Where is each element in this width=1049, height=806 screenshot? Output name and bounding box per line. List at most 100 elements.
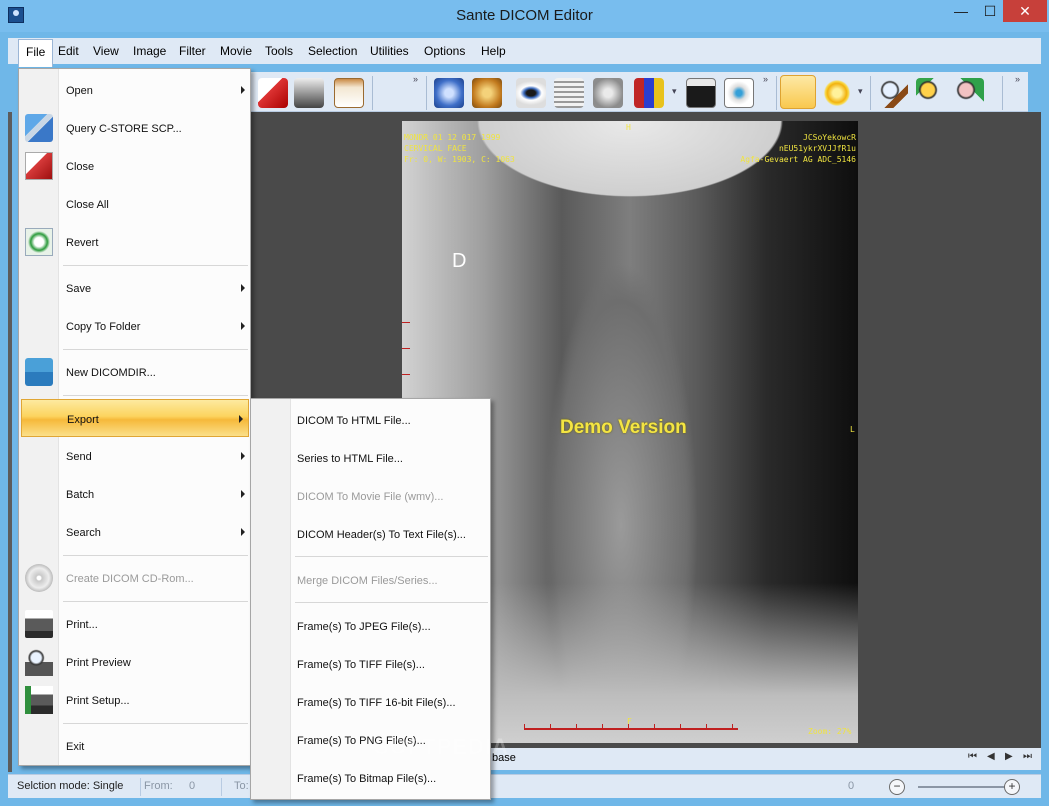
- overflow-chevron-icon-2[interactable]: »: [763, 74, 773, 84]
- menu-item-print[interactable]: Print...: [19, 605, 250, 643]
- menu-item-close-all[interactable]: Close All: [19, 185, 250, 223]
- cd-icon: [25, 564, 53, 592]
- submenu-arrow-icon: [241, 452, 245, 460]
- overflow-chevron-icon-3[interactable]: »: [1015, 74, 1025, 84]
- from-label: From:: [144, 780, 173, 792]
- menu-item-open[interactable]: Open: [19, 71, 250, 109]
- menu-item-batch[interactable]: Batch: [19, 475, 250, 513]
- export-merge-dicom: Merge DICOM Files/Series...: [297, 575, 438, 587]
- export-headers-to-text[interactable]: DICOM Header(s) To Text File(s)...: [251, 515, 490, 553]
- zoom-fit-icon[interactable]: [916, 78, 946, 108]
- zoom-readout: Zoom: 27%: [808, 727, 852, 736]
- menu-item-new-dicomdir[interactable]: New DICOMDIR...: [19, 353, 250, 391]
- submenu-arrow-icon: [241, 528, 245, 536]
- overlay-top-left: MONDR 01 12 017 1999 CERVICAL FACE Fr: 0…: [404, 133, 515, 164]
- print-preview-icon: [25, 648, 53, 676]
- zoom-arrow-icon[interactable]: [954, 78, 984, 108]
- file-menu: Open Query C-STORE SCP... Close Close Al…: [18, 68, 251, 766]
- last-frame-icon[interactable]: ⏭: [1023, 751, 1032, 762]
- title-bar: Sante DICOM Editor — ☐ ✕: [0, 0, 1049, 32]
- submenu-arrow-icon: [241, 284, 245, 292]
- menu-item-search[interactable]: Search: [19, 513, 250, 551]
- image-label: D: [452, 250, 467, 272]
- prev-frame-icon[interactable]: ◀: [987, 751, 995, 762]
- menu-file[interactable]: File: [18, 39, 54, 67]
- horizontal-ruler: [524, 724, 738, 736]
- orientation-side-marker: L: [850, 425, 855, 434]
- menu-help[interactable]: Help: [477, 43, 510, 61]
- color-palette-icon[interactable]: [634, 78, 664, 108]
- thumbnail-strip[interactable]: [8, 112, 12, 772]
- print-icon[interactable]: [294, 78, 324, 108]
- clipboard-icon[interactable]: [334, 78, 364, 108]
- zoom-slider[interactable]: [918, 786, 1010, 788]
- menu-item-send[interactable]: Send: [19, 437, 250, 475]
- menu-utilities[interactable]: Utilities: [366, 43, 413, 61]
- first-frame-icon[interactable]: ⏮: [968, 751, 977, 762]
- menu-view[interactable]: View: [89, 43, 123, 61]
- from-value: 0: [189, 780, 196, 792]
- zoom-out-button[interactable]: −: [889, 779, 905, 795]
- brain-scan-icon[interactable]: [593, 78, 623, 108]
- close-image-icon[interactable]: [258, 78, 288, 108]
- magnifier-icon[interactable]: [878, 78, 908, 108]
- zoom-in-button[interactable]: +: [1004, 779, 1020, 795]
- export-frames-to-tiff[interactable]: Frame(s) To TIFF File(s)...: [251, 645, 490, 683]
- settings-gear-icon[interactable]: [472, 78, 502, 108]
- brightness-dropdown-icon[interactable]: ▾: [858, 86, 868, 97]
- print-setup-icon: [25, 686, 53, 714]
- softpedia-watermark: SOFTPEDIA: [374, 734, 509, 759]
- crosshair-icon[interactable]: [724, 78, 754, 108]
- frame-navigation-bar: base ⏮ ◀ ▶ ⏭: [490, 748, 1041, 770]
- menu-image[interactable]: Image: [129, 43, 170, 61]
- menu-item-close[interactable]: Close: [19, 147, 250, 185]
- revert-icon: [25, 228, 53, 256]
- maximize-button[interactable]: ☐: [977, 0, 1003, 22]
- window-level-icon[interactable]: [686, 78, 716, 108]
- menu-item-copy-to-folder[interactable]: Copy To Folder: [19, 307, 250, 345]
- menu-item-create-cd: Create DICOM CD-Rom...: [19, 559, 250, 597]
- menu-item-print-setup[interactable]: Print Setup...: [19, 681, 250, 719]
- export-series-to-html[interactable]: Series to HTML File...: [251, 439, 490, 477]
- close-window-button[interactable]: ✕: [1003, 0, 1047, 22]
- menu-filter[interactable]: Filter: [175, 43, 210, 61]
- export-frames-to-tiff16[interactable]: Frame(s) To TIFF 16-bit File(s)...: [251, 683, 490, 721]
- menu-item-exit[interactable]: Exit: [19, 727, 250, 765]
- orientation-top-marker: H: [626, 123, 631, 132]
- menu-tools[interactable]: Tools: [261, 43, 297, 61]
- menu-item-query-cstore[interactable]: Query C-STORE SCP...: [19, 109, 250, 147]
- next-frame-icon[interactable]: ▶: [1005, 751, 1013, 762]
- export-dicom-to-html[interactable]: DICOM To HTML File...: [251, 401, 490, 439]
- menu-options[interactable]: Options: [420, 43, 469, 61]
- hand-pan-icon[interactable]: [780, 75, 816, 109]
- minimize-button[interactable]: —: [948, 0, 974, 22]
- network-computers-icon: [25, 114, 53, 142]
- submenu-arrow-icon: [241, 490, 245, 498]
- selection-mode-status: Selction mode: Single: [17, 780, 124, 792]
- export-frames-to-bitmap[interactable]: Frame(s) To Bitmap File(s)...: [251, 759, 490, 797]
- menu-movie[interactable]: Movie: [216, 43, 256, 61]
- menu-item-print-preview[interactable]: Print Preview: [19, 643, 250, 681]
- export-dicom-to-movie: DICOM To Movie File (wmv)...: [297, 491, 444, 503]
- menu-selection[interactable]: Selection: [304, 43, 361, 61]
- chest-xray-icon[interactable]: [554, 78, 584, 108]
- eye-icon[interactable]: [516, 78, 546, 108]
- demo-version-text: Demo Version: [560, 417, 687, 438]
- vertical-ruler: [402, 322, 410, 402]
- palette-dropdown-icon[interactable]: ▾: [672, 86, 682, 97]
- right-value: 0: [848, 780, 855, 792]
- brightness-icon[interactable]: [822, 78, 852, 108]
- window-title: Sante DICOM Editor: [456, 7, 593, 24]
- overlay-top-right: JCSoYekowcR nEU51ykrXVJJfR1u Agfa-Gevaer…: [740, 133, 856, 164]
- printer-icon: [25, 610, 53, 638]
- export-frames-to-jpeg[interactable]: Frame(s) To JPEG File(s)...: [251, 607, 490, 645]
- overflow-chevron-icon[interactable]: »: [413, 74, 423, 84]
- menu-edit[interactable]: Edit: [54, 43, 83, 61]
- submenu-arrow-icon: [239, 415, 243, 423]
- submenu-arrow-icon: [241, 322, 245, 330]
- link-icon[interactable]: [434, 78, 464, 108]
- toolbar: » ▾ » ▾ »: [250, 72, 1028, 112]
- menu-item-save[interactable]: Save: [19, 269, 250, 307]
- menu-item-revert[interactable]: Revert: [19, 223, 250, 261]
- menu-item-export[interactable]: Export: [21, 399, 249, 437]
